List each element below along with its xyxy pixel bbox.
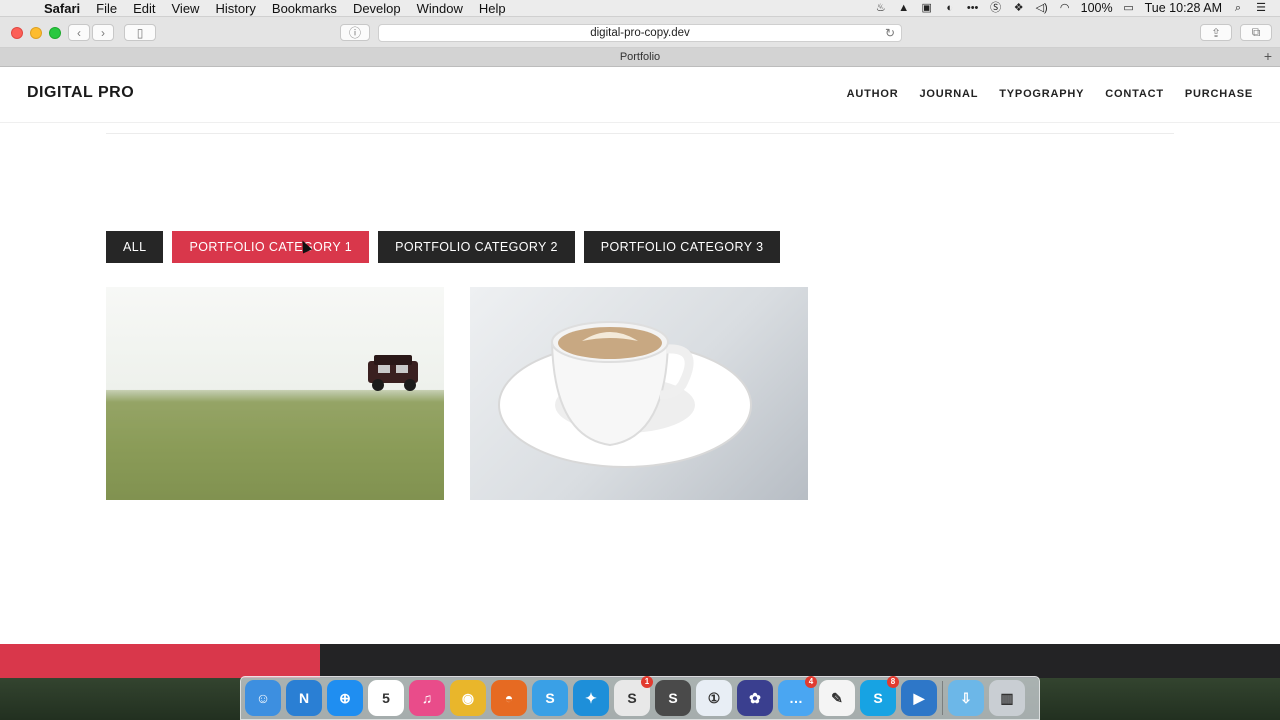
trash-icon[interactable]: ▥ [989, 680, 1025, 716]
reader-button[interactable]: ⓘ [340, 24, 370, 41]
menu-file[interactable]: File [88, 1, 125, 16]
reload-icon[interactable]: ↻ [885, 25, 895, 41]
notification-badge: 1 [641, 676, 653, 688]
volume-icon[interactable]: ◁) [1035, 2, 1049, 14]
finder-icon[interactable]: ☺ [245, 680, 281, 716]
main-nav: AUTHOR JOURNAL TYPOGRAPHY CONTACT PURCHA… [847, 88, 1253, 100]
coffee-cup-image [498, 321, 752, 468]
network-icon[interactable]: N [286, 680, 322, 716]
filter-category-2[interactable]: PORTFOLIO CATEGORY 2 [378, 231, 575, 263]
itunes-icon[interactable]: ♫ [409, 680, 445, 716]
menu-view[interactable]: View [164, 1, 208, 16]
nav-contact[interactable]: CONTACT [1105, 88, 1164, 100]
downloads-icon[interactable]: ⇩ [948, 680, 984, 716]
tabs-icon: ⧉ [1251, 25, 1261, 39]
site-logo[interactable]: DIGITAL PRO [27, 84, 134, 102]
tabs-overview-button[interactable]: ⧉ [1240, 24, 1272, 41]
web-page: DIGITAL PRO AUTHOR JOURNAL TYPOGRAPHY CO… [0, 67, 1280, 644]
address-bar[interactable]: digital-pro-copy.dev ↻ [378, 24, 902, 42]
menu-window[interactable]: Window [409, 1, 471, 16]
tab-title[interactable]: Portfolio [620, 51, 660, 63]
filter-category-3[interactable]: PORTFOLIO CATEGORY 3 [583, 231, 781, 263]
tiddlywiki-icon[interactable]: ✿ [737, 680, 773, 716]
textedit-icon[interactable]: ✎ [819, 680, 855, 716]
camera-icon[interactable]: ▣ [920, 2, 934, 14]
slack-icon[interactable]: S1 [614, 676, 653, 716]
jeep-shape [368, 355, 418, 391]
screenflow-icon[interactable]: ▶ [901, 680, 937, 716]
menu-develop[interactable]: Develop [345, 1, 409, 16]
tab-bar: Portfolio + [0, 48, 1280, 67]
url-text: digital-pro-copy.dev [590, 27, 690, 39]
share-icon: ⇪ [1210, 25, 1222, 40]
window-controls [11, 27, 61, 39]
notification-badge: 8 [887, 676, 899, 688]
site-header: DIGITAL PRO AUTHOR JOURNAL TYPOGRAPHY CO… [0, 67, 1280, 123]
filter-all[interactable]: ALL [106, 231, 164, 263]
dock-separator [942, 681, 943, 715]
wifi-icon[interactable]: ◠ [1058, 2, 1072, 14]
back-button[interactable]: ‹ [68, 24, 90, 41]
menu-extras: ♨ ▲ ▣ ◐ ••• Ⓢ ❖ ◁) ◠ 100% ▭ Tue 10:28 AM… [874, 1, 1280, 15]
firefox-icon[interactable]: ◓ [491, 680, 527, 716]
bottom-bar [0, 644, 1280, 678]
nav-typography[interactable]: TYPOGRAPHY [999, 88, 1084, 100]
divider [106, 133, 1174, 134]
drive-icon[interactable]: ▲ [897, 2, 911, 14]
portfolio-item-jeep-field[interactable] [106, 287, 444, 500]
skype-like-icon[interactable]: S [532, 680, 568, 716]
menu-app-name[interactable]: Safari [36, 1, 88, 16]
onepassword-icon[interactable]: ① [696, 680, 732, 716]
notification-center-icon[interactable]: ☰ [1254, 2, 1268, 14]
jeep-field-image [106, 355, 444, 500]
chevron-left-icon: ‹ [77, 25, 81, 40]
messages-icon[interactable]: … 4 [778, 676, 817, 716]
sidebar-button[interactable]: ▯ [124, 24, 156, 41]
menu-edit[interactable]: Edit [125, 1, 163, 16]
clock[interactable]: Tue 10:28 AM [1145, 1, 1222, 15]
filter-category-1[interactable]: PORTFOLIO CATEGORY 1 [172, 231, 370, 263]
sidebar-icon: ▯ [136, 25, 144, 40]
battery-icon: ▭ [1123, 2, 1134, 14]
nav-purchase[interactable]: PURCHASE [1185, 88, 1253, 100]
chevron-right-icon: › [101, 25, 105, 40]
new-tab-icon[interactable]: + [1260, 49, 1276, 65]
flame-icon[interactable]: ♨ [874, 2, 888, 14]
menu-history[interactable]: History [207, 1, 263, 16]
calendar-icon[interactable]: 5 [368, 680, 404, 716]
nav-author[interactable]: AUTHOR [847, 88, 899, 100]
portfolio-item-coffee-cup[interactable] [470, 287, 808, 500]
skype-icon[interactable]: S8 [860, 676, 899, 716]
browser-toolbar: ‹ › ▯ ⓘ digital-pro-copy.dev ↻ ⇪ ⧉ [0, 17, 1280, 48]
chrome-icon[interactable]: ◉ [450, 680, 486, 716]
nav-journal[interactable]: JOURNAL [920, 88, 979, 100]
spotlight-icon[interactable]: ⌕ [1231, 2, 1245, 14]
forward-button[interactable]: › [92, 24, 114, 41]
more-icon[interactable]: ••• [966, 2, 980, 14]
loading-progress-bar [0, 644, 320, 678]
menu-bar: Safari File Edit View History Bookmarks … [0, 0, 1280, 17]
battery-percentage[interactable]: 100% [1081, 1, 1113, 15]
portfolio-filters: ALL PORTFOLIO CATEGORY 1 PORTFOLIO CATEG… [106, 231, 781, 263]
notification-badge: 4 [805, 676, 817, 688]
menu-bookmarks[interactable]: Bookmarks [264, 1, 345, 16]
dropbox-icon[interactable]: ❖ [1012, 2, 1026, 14]
menu-help[interactable]: Help [471, 1, 514, 16]
zoom-window-button[interactable] [49, 27, 61, 39]
info-icon: ⓘ [348, 26, 361, 40]
s-menu-icon[interactable]: Ⓢ [989, 2, 1003, 14]
dock: ☺ N ⊕ 5 ♫ ◉ ◓ S ✦ S 1 S ① ✿… 4 ✎ S 8 ▶ ⇩ ▥ [240, 676, 1040, 720]
twitter-icon[interactable]: ✦ [573, 680, 609, 716]
sync-icon[interactable]: ◐ [943, 2, 957, 14]
minimize-window-button[interactable] [30, 27, 42, 39]
safari-icon[interactable]: ⊕ [327, 680, 363, 716]
close-window-button[interactable] [11, 27, 23, 39]
sublime-icon[interactable]: S [655, 680, 691, 716]
share-button[interactable]: ⇪ [1200, 24, 1232, 41]
